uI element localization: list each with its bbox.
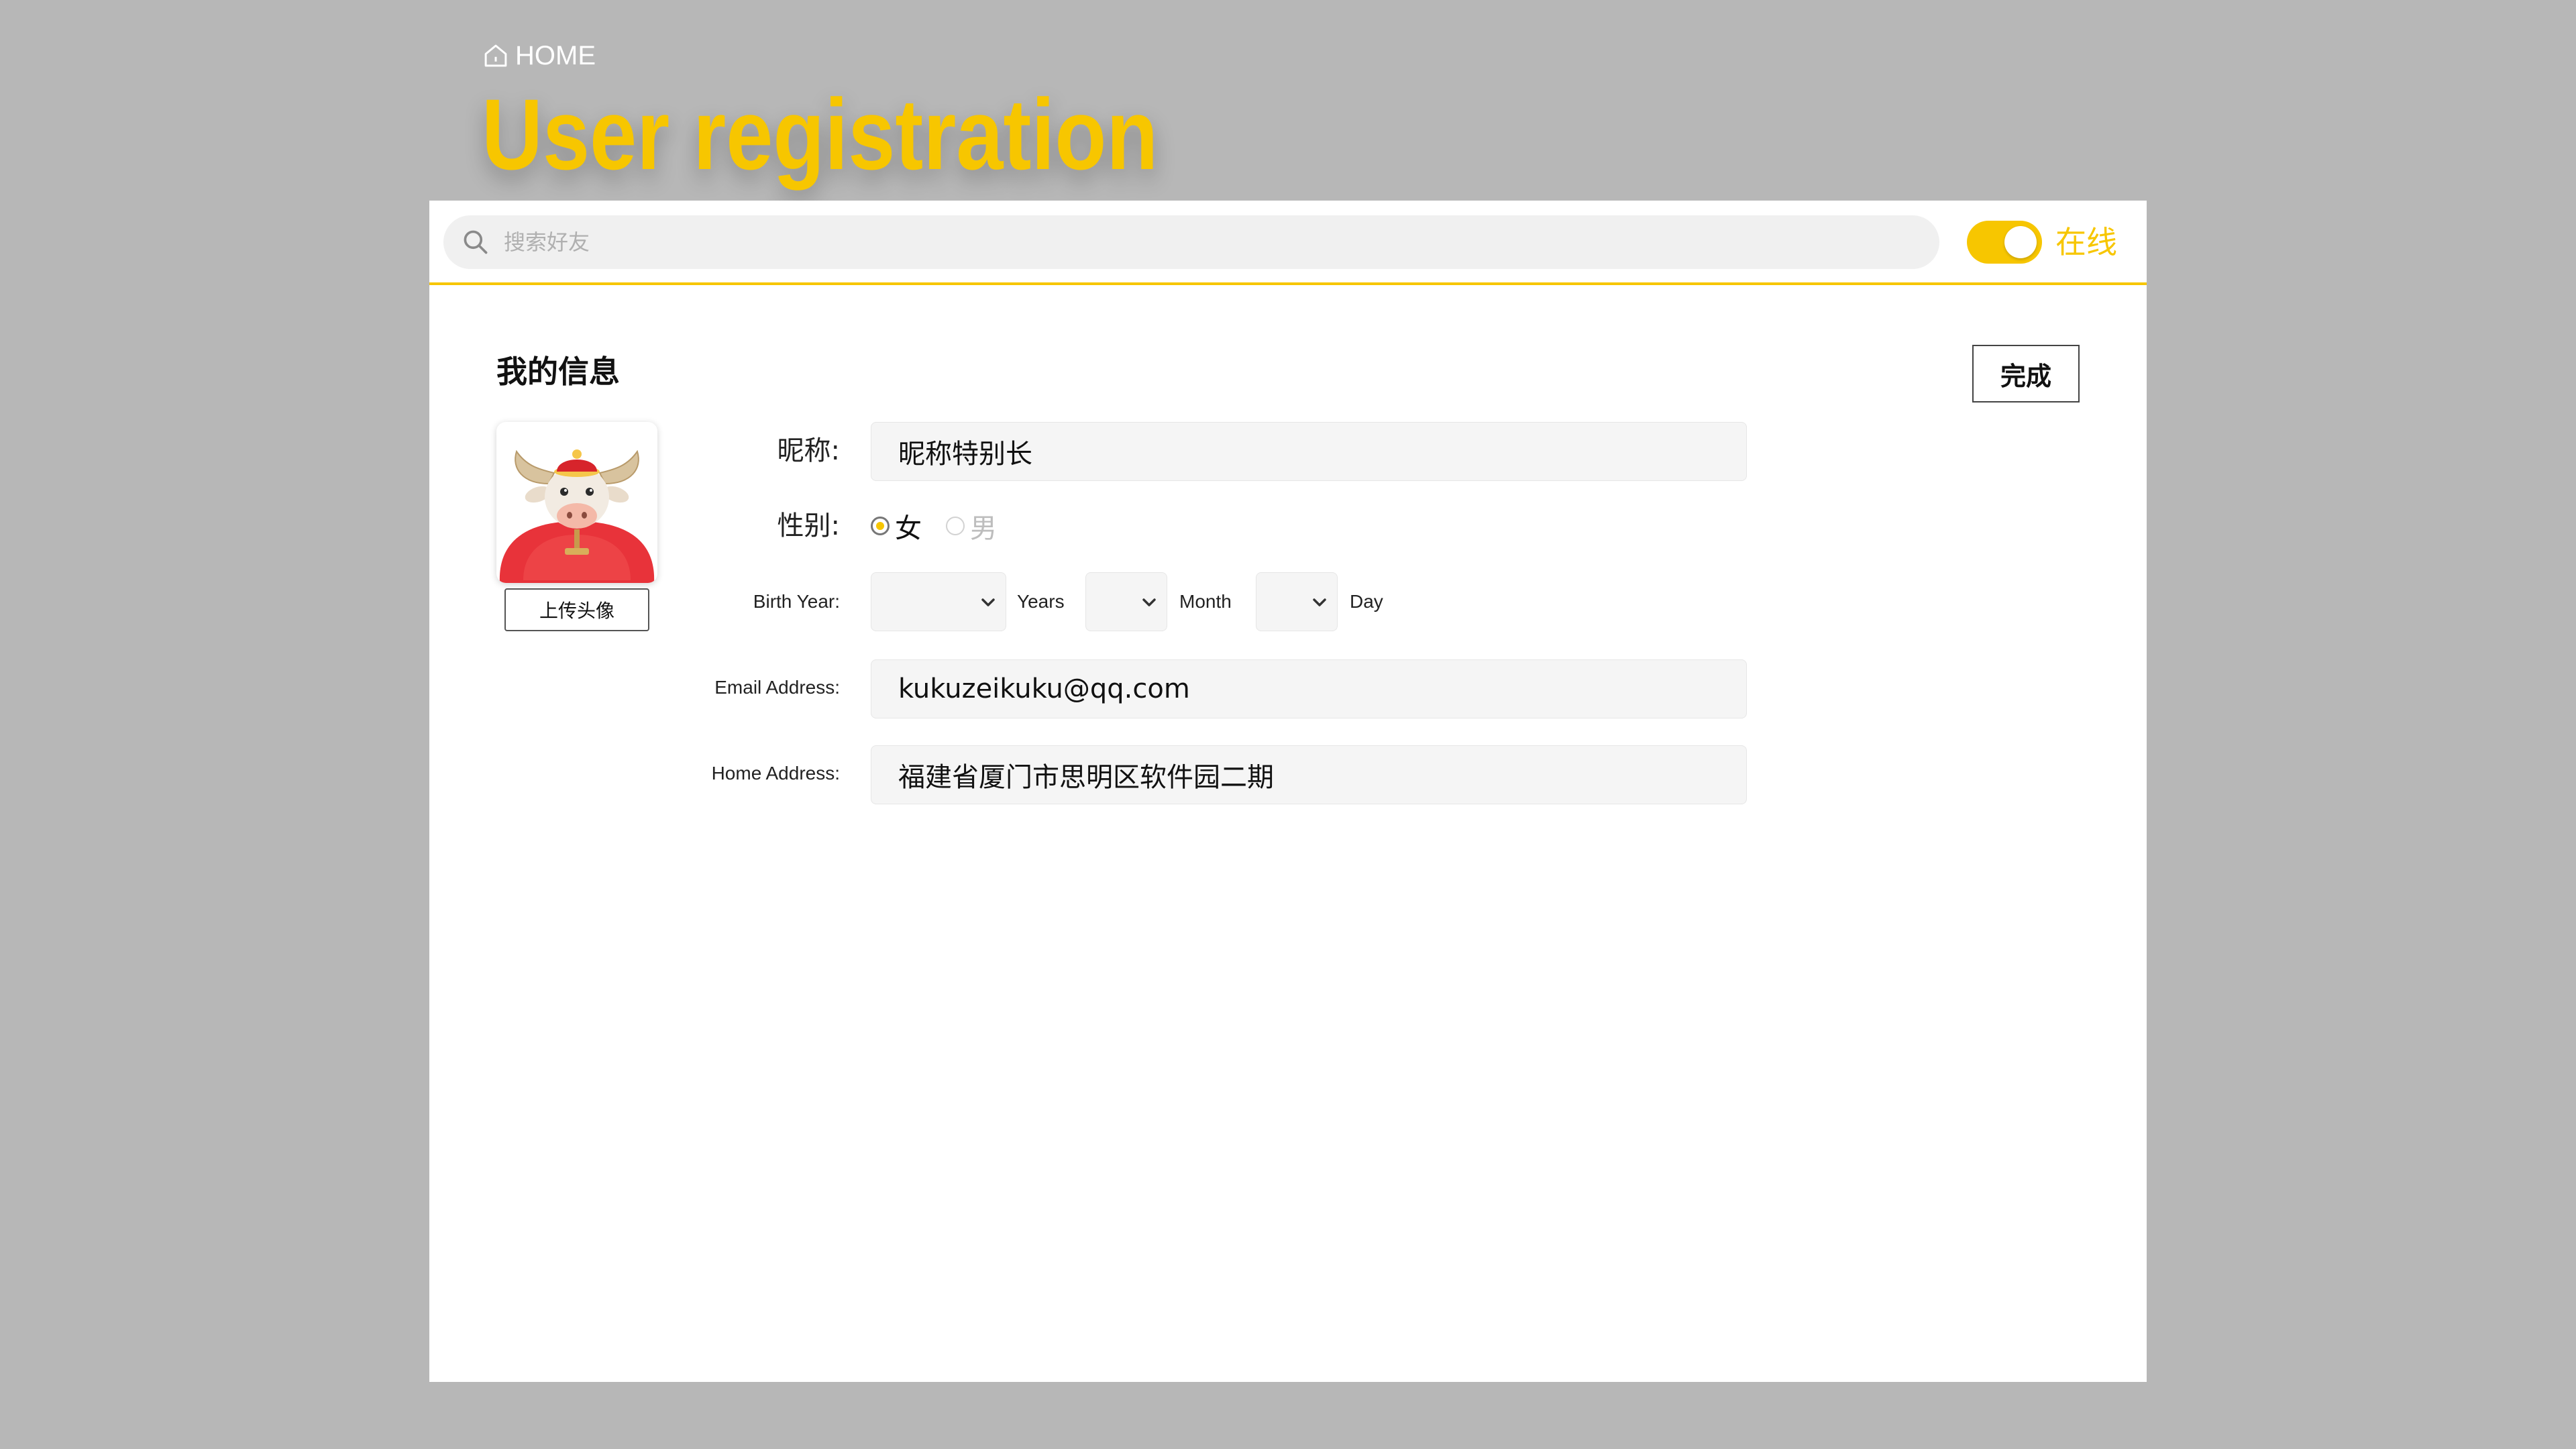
toggle-knob bbox=[2004, 226, 2037, 258]
birth-day-select[interactable] bbox=[1256, 572, 1338, 631]
nickname-label: 昵称: bbox=[777, 435, 840, 466]
home-address-field[interactable] bbox=[871, 745, 1747, 804]
breadcrumb-home-label[interactable]: HOME bbox=[515, 41, 596, 71]
breadcrumb[interactable]: HOME bbox=[482, 39, 596, 72]
month-unit-label: Month bbox=[1179, 591, 1232, 612]
gender-radio-group: 女 男 bbox=[871, 506, 1021, 545]
search-bar[interactable] bbox=[443, 215, 1939, 269]
chevron-down-icon bbox=[977, 592, 999, 616]
gender-female-label[interactable]: 女 bbox=[895, 506, 922, 545]
chevron-down-icon bbox=[1309, 592, 1330, 616]
home-address-label: Home Address: bbox=[711, 763, 840, 784]
email-field[interactable] bbox=[871, 659, 1747, 718]
nickname-field[interactable] bbox=[871, 422, 1747, 481]
topbar: 在线 bbox=[429, 201, 2147, 285]
home-icon bbox=[482, 42, 510, 70]
birth-year-select[interactable] bbox=[871, 572, 1006, 631]
page-title: User registration bbox=[482, 78, 1159, 191]
birth-month-select[interactable] bbox=[1085, 572, 1167, 631]
gender-female-radio[interactable] bbox=[871, 517, 890, 535]
bull-avatar-image bbox=[499, 449, 655, 583]
avatar bbox=[496, 422, 657, 583]
day-unit-label: Day bbox=[1350, 591, 1383, 612]
section-title: 我的信息 bbox=[496, 354, 620, 390]
gender-male-label[interactable]: 男 bbox=[970, 506, 997, 545]
online-status-label: 在线 bbox=[2055, 224, 2117, 260]
registration-panel: 在线 我的信息 完成 上传头像 昵称: 性别: bbox=[429, 201, 2147, 1382]
online-status-toggle[interactable] bbox=[1967, 221, 2042, 264]
years-unit-label: Years bbox=[1017, 591, 1065, 612]
chevron-down-icon bbox=[1138, 592, 1160, 616]
search-input[interactable] bbox=[502, 229, 1847, 256]
birth-year-label: Birth Year: bbox=[753, 591, 840, 612]
gender-male-radio[interactable] bbox=[946, 517, 965, 535]
gender-label: 性别: bbox=[777, 511, 840, 541]
email-label: Email Address: bbox=[714, 677, 840, 698]
done-button[interactable]: 完成 bbox=[1972, 345, 2080, 402]
upload-avatar-button[interactable]: 上传头像 bbox=[504, 588, 649, 631]
search-icon bbox=[461, 227, 490, 257]
